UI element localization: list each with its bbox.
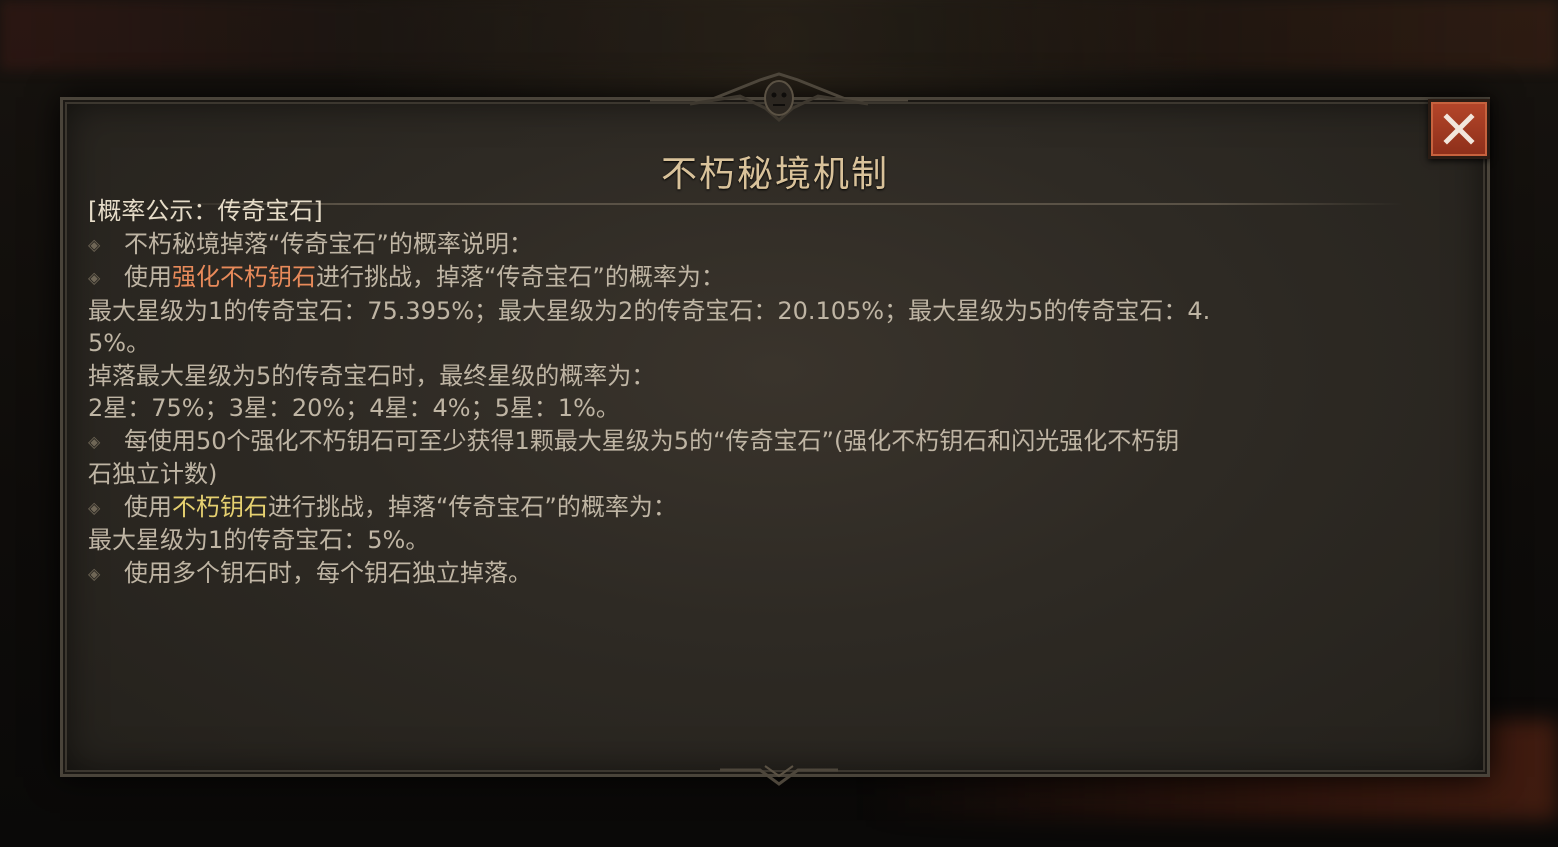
dialog-title: 不朽秘境机制 [660,154,889,195]
list-item-text: 使用多个钥石时，每个钥石独立掉落。 [124,558,532,587]
list-item-text: 进行挑战，掉落“传奇宝石”的概率为： [316,263,725,291]
list-item: ◈ 不朽秘境掉落“传奇宝石”的概率说明： [88,228,1338,262]
skull-ornament-icon [650,72,908,122]
list-item-text: 使用 [124,263,172,291]
keystone-highlight: 不朽钥石 [172,492,268,521]
diamond-bullet-icon: ◈ [88,234,101,254]
list-item-text: 使用 [124,492,172,521]
list-item: ◈ 使用不朽钥石进行挑战，掉落“传奇宝石”的概率为： [88,491,1338,525]
basic-rate-text: 最大星级为1的传奇宝石：5%。 [88,526,430,554]
list-item-continued: 石独立计数) [88,460,218,488]
star-intro-text: 掉落最大星级为5的传奇宝石时，最终星级的概率为： [88,361,656,390]
enhanced-keystone-highlight: 强化不朽钥石 [172,263,316,291]
star-rates-text: 2星：75%；3星：20%；4星：4%；5星：1%。 [88,394,620,422]
list-item-text: 不朽秘境掉落“传奇宝石”的概率说明： [124,229,533,258]
list-item: ◈ 使用多个钥石时，每个钥石独立掉落。 [88,557,1338,591]
list-item: ◈ 每使用50个强化不朽钥石可至少获得1颗最大星级为5的“传奇宝石”(强化不朽钥石… [88,425,1338,459]
list-item-text: 每使用50个强化不朽钥石可至少获得1颗最大星级为5的“传奇宝石”(强化不朽钥石和… [124,426,1180,455]
close-button[interactable] [1428,99,1490,159]
rates-text: 最大星级为1的传奇宝石：75.395%；最大星级为2的传奇宝石：20.105%；… [88,296,1211,325]
list-item-text: 进行挑战，掉落“传奇宝石”的概率为： [268,492,677,521]
probability-content: [概率公示：传奇宝石] ◈ 不朽秘境掉落“传奇宝石”的概率说明： ◈ 使用强化不朽钥… [88,195,1338,590]
section-heading: [概率公示：传奇宝石] [88,197,323,225]
close-icon [1443,113,1475,145]
bottom-ornament-icon [720,765,838,786]
list-item: ◈ 使用强化不朽钥石进行挑战，掉落“传奇宝石”的概率为： [88,261,1338,295]
blurred-top-hud [0,0,1558,70]
diamond-bullet-icon: ◈ [88,431,101,451]
diamond-bullet-icon: ◈ [88,563,101,583]
diamond-bullet-icon: ◈ [88,268,101,287]
diamond-bullet-icon: ◈ [88,497,101,517]
rates-text-continued: 5%。 [88,329,151,357]
